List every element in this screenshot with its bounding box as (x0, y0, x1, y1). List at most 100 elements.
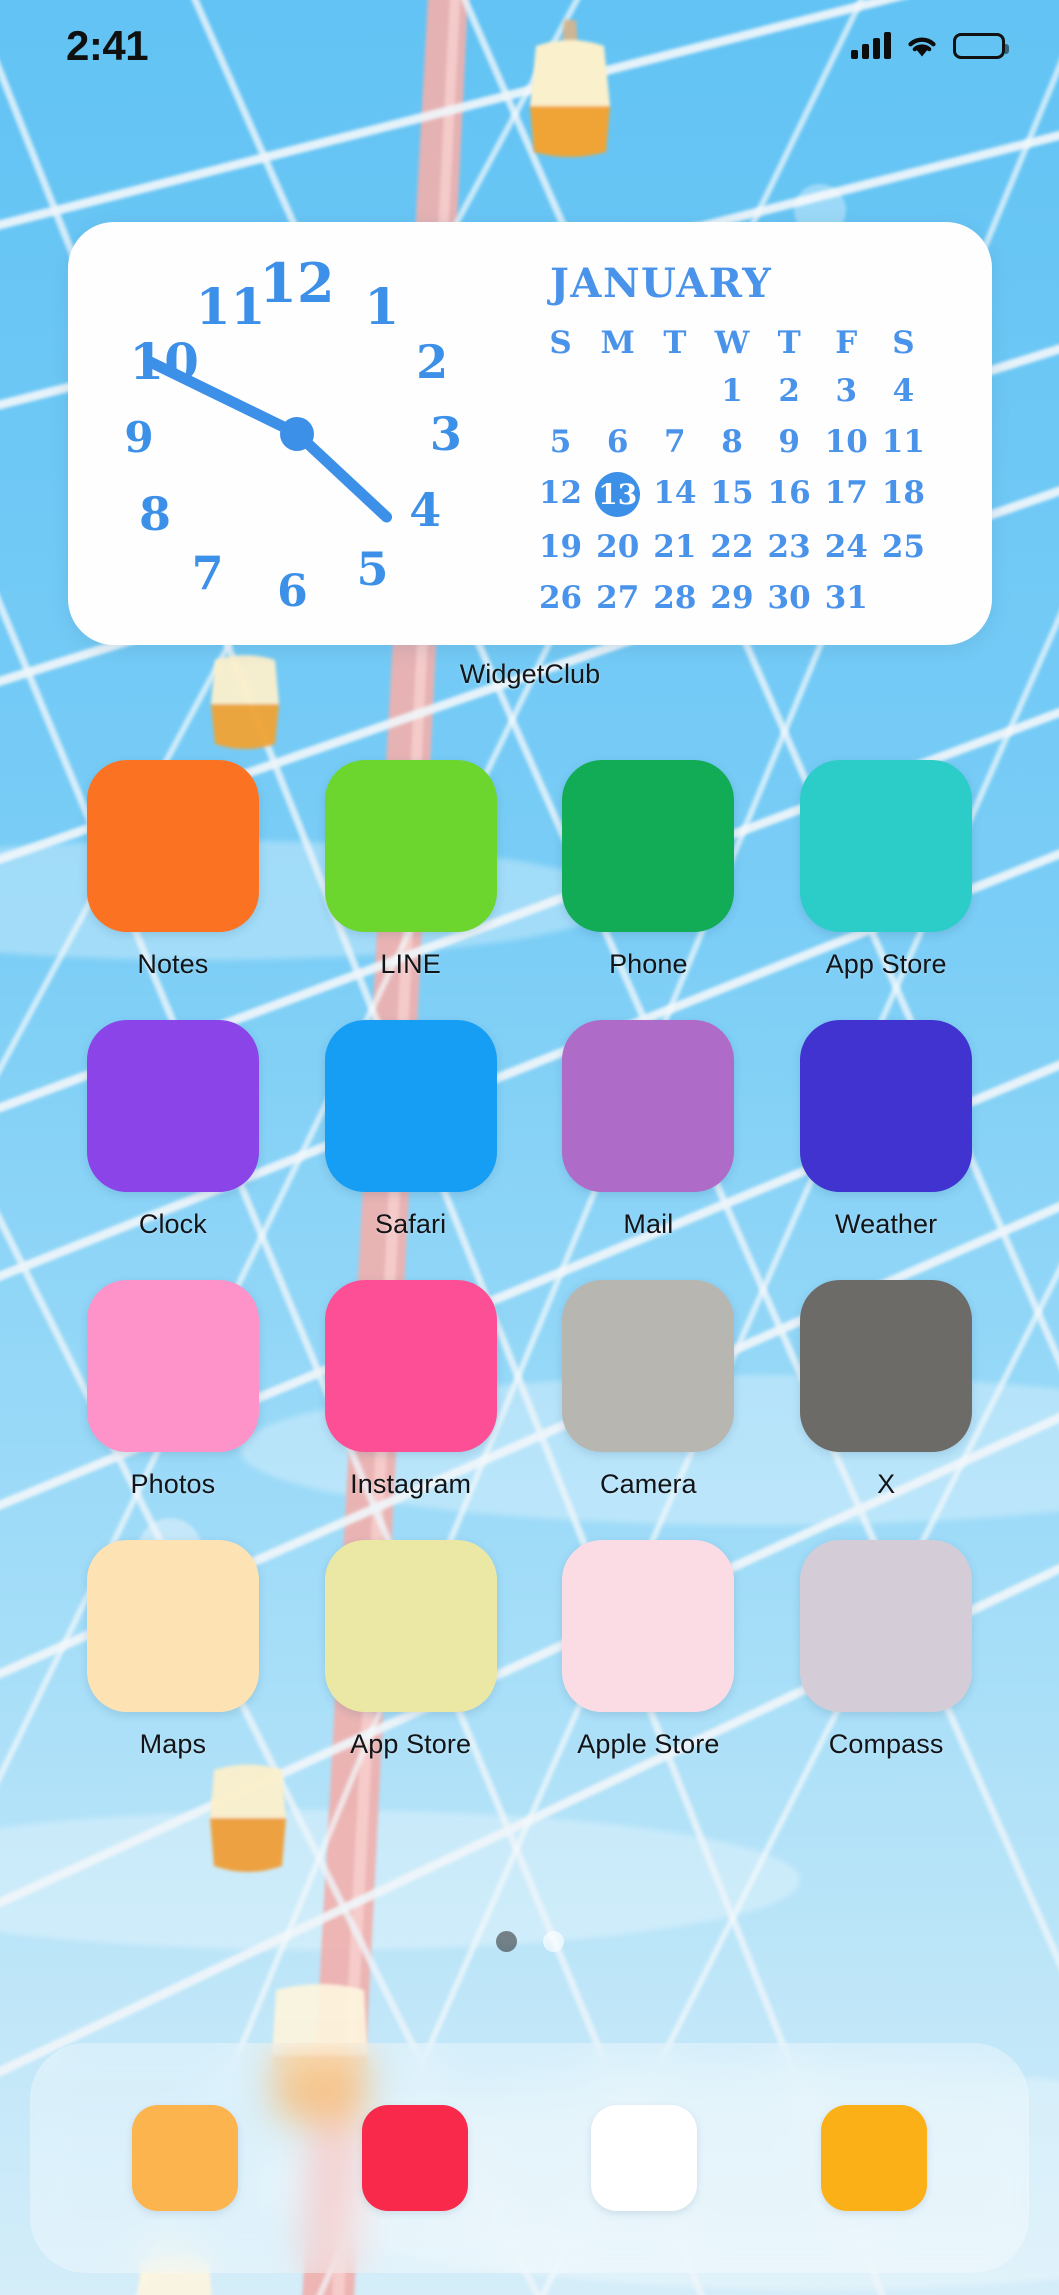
calendar-day[interactable]: 26 (535, 577, 587, 619)
page-indicator-dots[interactable] (0, 1931, 1059, 1952)
app-line[interactable]: LINE (292, 760, 530, 980)
app-photos[interactable]: Photos (54, 1280, 292, 1500)
status-bar-icons (851, 32, 1009, 59)
app-maps[interactable]: Maps (54, 1540, 292, 1760)
calendar-day-today[interactable]: 13 (595, 472, 641, 517)
calendar-day[interactable]: 22 (706, 526, 758, 568)
calendar-day[interactable]: 28 (649, 577, 701, 619)
calendar-day[interactable]: 5 (535, 421, 587, 463)
app-label: Maps (139, 1729, 207, 1759)
app-apple-store[interactable]: Apple Store (530, 1540, 768, 1760)
app-label: Clock (138, 1209, 207, 1239)
calendar-day[interactable]: 10 (820, 421, 872, 463)
app-x[interactable]: X (767, 1280, 1005, 1500)
calendar-day[interactable]: 30 (763, 577, 815, 619)
calendar-day[interactable]: 27 (592, 577, 644, 619)
calendar-day[interactable]: 14 (649, 472, 701, 514)
app-label: Notes (137, 949, 209, 979)
clock-calendar-widget[interactable]: 12 1 2 3 4 5 6 7 8 9 10 11 JANUARY SMTWT… (68, 222, 992, 690)
dock-icon-orange[interactable] (131, 2105, 238, 2211)
page-dot[interactable] (542, 1931, 564, 1952)
clock-number-4: 4 (409, 482, 442, 537)
calendar-day[interactable]: 23 (763, 526, 815, 568)
app-weather[interactable]: Weather (767, 1020, 1005, 1240)
widget-card[interactable]: 12 1 2 3 4 5 6 7 8 9 10 11 JANUARY SMTWT… (68, 222, 992, 645)
calendar-day[interactable]: 8 (706, 421, 758, 463)
clock-number-3: 3 (429, 406, 462, 461)
calendar-day[interactable]: 2 (763, 370, 815, 412)
app-icon[interactable] (562, 1280, 735, 1452)
calendar-day[interactable]: 3 (820, 370, 872, 412)
calendar-weekday-header: M (600, 325, 635, 361)
calendar-day[interactable]: 9 (763, 421, 815, 463)
app-safari[interactable]: Safari (292, 1020, 530, 1240)
app-icon[interactable] (86, 1540, 259, 1712)
dock-icon-white[interactable] (591, 2105, 698, 2211)
calendar-panel: JANUARY SMTWTFS0001234567891011121314151… (526, 222, 992, 645)
app-label: Camera (600, 1469, 697, 1499)
analog-clock-face: 12 1 2 3 4 5 6 7 8 9 10 11 (68, 222, 526, 645)
app-icon[interactable] (324, 1280, 497, 1452)
clock-number-8: 8 (139, 486, 172, 541)
clock-center-pin (280, 416, 314, 451)
app-compass[interactable]: Compass (767, 1540, 1005, 1760)
clock-number-9: 9 (124, 412, 154, 462)
dock-icon-red[interactable] (361, 2105, 468, 2211)
calendar-day[interactable]: 25 (877, 526, 929, 568)
app-label: Compass (828, 1729, 944, 1759)
app-icon[interactable] (562, 760, 735, 932)
calendar-day[interactable]: 4 (877, 370, 929, 412)
app-label: Instagram (350, 1469, 472, 1499)
calendar-day[interactable]: 12 (535, 472, 587, 514)
app-mail[interactable]: Mail (530, 1020, 768, 1240)
app-clock[interactable]: Clock (54, 1020, 292, 1240)
app-icon[interactable] (800, 1280, 973, 1452)
widget-label: WidgetClub (459, 659, 601, 689)
calendar-day[interactable]: 1 (706, 370, 758, 412)
calendar-day[interactable]: 31 (820, 577, 872, 619)
app-app-store[interactable]: App Store (292, 1540, 530, 1760)
calendar-day[interactable]: 29 (706, 577, 758, 619)
app-icon[interactable] (86, 760, 259, 932)
calendar-day[interactable]: 11 (877, 421, 929, 463)
calendar-grid: SMTWTFS000123456789101112131415161718192… (532, 325, 932, 619)
app-icon[interactable] (324, 1020, 497, 1192)
calendar-day[interactable]: 16 (763, 472, 815, 514)
calendar-day[interactable]: 24 (820, 526, 872, 568)
calendar-day[interactable]: 15 (706, 472, 758, 514)
app-app-store[interactable]: App Store (767, 760, 1005, 980)
calendar-day[interactable]: 7 (649, 421, 701, 463)
clock-number-5: 5 (356, 541, 389, 596)
app-icon[interactable] (86, 1020, 259, 1192)
app-label: App Store (350, 1729, 472, 1759)
app-label: Phone (609, 949, 688, 979)
wifi-icon (905, 33, 939, 59)
clock-number-6: 6 (277, 566, 308, 618)
calendar-day[interactable]: 21 (649, 526, 701, 568)
app-instagram[interactable]: Instagram (292, 1280, 530, 1500)
app-camera[interactable]: Camera (530, 1280, 768, 1500)
page-dot-active[interactable] (495, 1931, 517, 1952)
clock-number-1: 1 (364, 276, 400, 336)
app-icon[interactable] (800, 760, 973, 932)
status-bar: 2:41 (0, 0, 1059, 92)
calendar-day[interactable]: 6 (592, 421, 644, 463)
app-notes[interactable]: Notes (54, 760, 292, 980)
app-icon[interactable] (562, 1020, 735, 1192)
app-icon[interactable] (562, 1540, 735, 1712)
app-grid: Notes LINE Phone App Store Clock Safari Mail We… (0, 760, 1059, 1760)
app-label: Photos (130, 1469, 216, 1499)
status-bar-time: 2:41 (66, 22, 149, 69)
app-icon[interactable] (800, 1020, 973, 1192)
app-icon[interactable] (324, 760, 497, 932)
app-label: Safari (375, 1209, 447, 1239)
calendar-day[interactable]: 19 (535, 526, 587, 568)
calendar-day[interactable]: 18 (877, 472, 929, 514)
app-icon[interactable] (324, 1540, 497, 1712)
app-icon[interactable] (800, 1540, 973, 1712)
calendar-day[interactable]: 17 (820, 472, 872, 514)
calendar-day[interactable]: 20 (592, 526, 644, 568)
app-phone[interactable]: Phone (530, 760, 768, 980)
app-icon[interactable] (86, 1280, 259, 1452)
dock-icon-amber[interactable] (821, 2105, 928, 2211)
